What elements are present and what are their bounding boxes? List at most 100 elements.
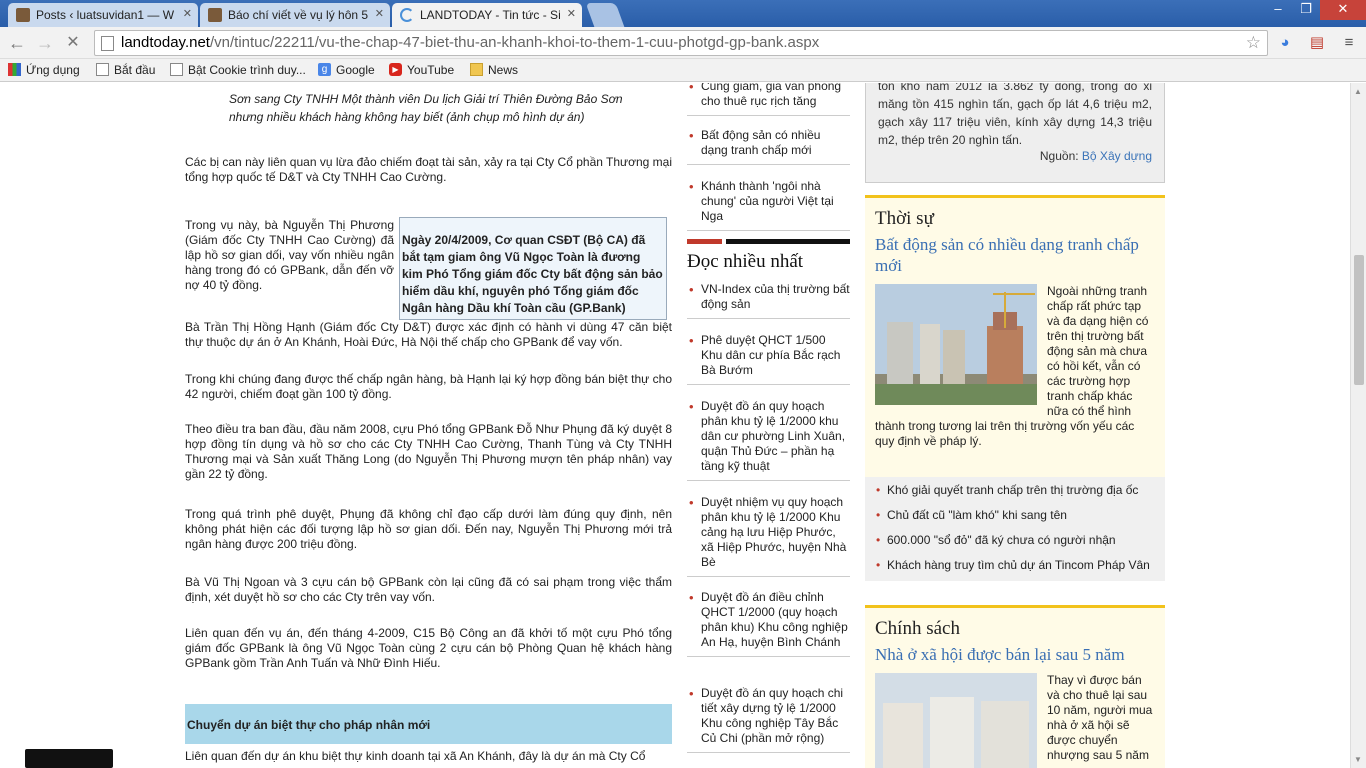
article-paragraph: Bà Vũ Thị Ngoan và 3 cựu cán bộ GPBank c… [185, 575, 672, 604]
bookmark-label: Bắt đầu [114, 63, 156, 77]
article-paragraph: Theo điều tra ban đầu, đầu năm 2008, cựu… [185, 422, 672, 481]
most-read-heading: Đọc nhiều nhất [687, 251, 804, 272]
forward-icon[interactable]: → [34, 32, 56, 54]
extension-2-icon[interactable]: ▤ [1306, 32, 1328, 54]
thoisu-link[interactable]: Khách hàng truy tìm chủ dự án Tincom Phá… [875, 558, 1155, 583]
article-paragraph: Trong khi chúng đang được thế chấp ngân … [185, 372, 672, 401]
apps-grid-icon [8, 63, 21, 76]
article-paragraph: Liên quan đến vụ án, đến tháng 4-2009, C… [185, 626, 672, 670]
news-panel-chinhsach: Chính sách Nhà ở xã hội được bán lại sau… [865, 605, 1165, 768]
video-player-control[interactable] [25, 749, 113, 768]
menu-icon[interactable]: ≡ [1338, 32, 1360, 54]
url-host: landtoday.net [121, 34, 210, 51]
section-subheading: Chuyển dự án biệt thự cho pháp nhân mới [185, 704, 672, 744]
panel-title: Chính sách [875, 618, 960, 639]
article-paragraph: Liên quan đến dự án khu biệt thự kinh do… [185, 749, 646, 763]
scroll-up-icon[interactable]: ▲ [1354, 87, 1362, 96]
browser-tab-1[interactable]: Posts ‹ luatsuvidan1 — W ✕ [8, 3, 198, 27]
address-bar[interactable]: landtoday.net/vn/tintuc/22211/vu-the-cha… [94, 30, 1268, 56]
new-tab-button[interactable] [585, 3, 625, 27]
stats-box: tồn kho năm 2012 là 3.862 tỷ đồng, trong… [865, 83, 1165, 183]
pull-quote: Ngày 20/4/2009, Cơ quan CSĐT (Bộ CA) đã … [399, 217, 667, 320]
thoisu-links: Khó giải quyết tranh chấp trên thị trườn… [865, 477, 1165, 581]
panel-headline-link[interactable]: Nhà ở xã hội được bán lại sau 5 năm [875, 644, 1155, 665]
bookmark-star-icon[interactable]: ☆ [1246, 33, 1261, 53]
panel-headline-link[interactable]: Bất động sản có nhiều dạng tranh chấp mớ… [875, 234, 1155, 276]
thoisu-link[interactable]: 600.000 "sổ đỏ" đã ký chưa có người nhận [875, 533, 1155, 558]
panel-summary-text: Thay vì được bán và cho thuê lại sau 10 … [1047, 673, 1153, 762]
youtube-icon: ▶ [389, 63, 402, 76]
bookmark-start[interactable]: Bắt đầu [96, 63, 155, 77]
bookmark-label: Bật Cookie trình duy... [188, 63, 306, 77]
close-icon[interactable]: ✕ [375, 7, 384, 20]
bookmark-cookie[interactable]: Bật Cookie trình duy... [170, 63, 306, 77]
bookmark-news[interactable]: News [470, 63, 518, 77]
close-icon[interactable]: ✕ [183, 7, 192, 20]
minimize-icon[interactable]: – [1264, 0, 1292, 20]
favicon-icon [208, 8, 222, 22]
apartment-photo[interactable] [875, 673, 1037, 768]
browser-tab-bar: Posts ‹ luatsuvidan1 — W ✕ Báo chí viết … [0, 0, 1366, 27]
page-scrollbar[interactable]: ▲ ▼ [1350, 83, 1366, 768]
most-read-item[interactable]: Phê duyệt QHCT 1/500 Khu dân cư phía Bắc… [687, 333, 850, 385]
bookmark-apps[interactable]: Ứng dụng [8, 63, 80, 77]
most-read-item[interactable]: Duyệt đồ án quy hoạch chi tiết xây dựng … [687, 686, 850, 753]
source-line: Nguồn: Bộ Xây dựng [1040, 147, 1152, 165]
browser-tab-2[interactable]: Báo chí viết về vụ lý hôn 5 ✕ [200, 3, 390, 27]
bookmark-label: YouTube [407, 63, 455, 77]
stats-text: tồn kho năm 2012 là 3.862 tỷ đồng, trong… [878, 83, 1152, 147]
article-paragraph: Bà Trần Thị Hồng Hạnh (Giám đốc Cty D&T)… [185, 320, 672, 349]
panel-summary: Ngoài những tranh chấp rất phức tạp và đ… [875, 284, 1155, 449]
scroll-down-icon[interactable]: ▼ [1354, 755, 1362, 764]
web-page: Sơn sang Cty TNHH Một thành viên Du lịch… [0, 83, 1350, 768]
stop-icon[interactable]: ✕ [62, 32, 84, 54]
loading-spinner-icon [400, 8, 414, 22]
related-item[interactable]: Khánh thành 'ngôi nhà chung' của người V… [687, 179, 850, 231]
related-item[interactable]: Bất động sản có nhiều dạng tranh chấp mớ… [687, 128, 850, 165]
close-icon[interactable]: ✕ [567, 7, 576, 20]
bookmark-label: Ứng dụng [26, 63, 80, 77]
page-icon [96, 63, 109, 76]
window-controls: – ❐ ✕ [1264, 0, 1366, 20]
browser-toolbar: ← → ✕ landtoday.net/vn/tintuc/22211/vu-t… [0, 27, 1366, 59]
page-icon [101, 36, 114, 51]
article-paragraph: Các bị can này liên quan vụ lừa đảo chiế… [185, 155, 672, 184]
source-label: Nguồn: [1039, 149, 1079, 163]
bookmark-label: News [488, 63, 519, 77]
bookmark-google[interactable]: g Google [318, 63, 375, 77]
page-icon [170, 63, 183, 76]
browser-tab-3[interactable]: LANDTODAY - Tin tức - Si ✕ [392, 3, 582, 27]
tab-title: LANDTODAY - Tin tức - Si [420, 8, 561, 22]
back-icon[interactable]: ← [6, 32, 28, 54]
news-panel-thoisu: Thời sự Bất động sản có nhiều dạng tranh… [865, 195, 1165, 477]
most-read-item[interactable]: VN-Index của thị trường bất động sản [687, 282, 850, 319]
most-read-item[interactable]: Duyệt nhiệm vụ quy hoạch phân khu tỷ lệ … [687, 495, 850, 577]
bookmarks-bar: Ứng dụng Bắt đầu Bật Cookie trình duy...… [0, 59, 1366, 82]
google-icon: g [318, 63, 331, 76]
favicon-icon [16, 8, 30, 22]
close-window-icon[interactable]: ✕ [1320, 0, 1366, 20]
folder-icon [470, 63, 483, 76]
thoisu-link[interactable]: Chủ đất cũ "làm khó" khi sang tên [875, 508, 1155, 533]
related-item[interactable]: Cung giảm, giá văn phòng cho thuê rục rị… [687, 83, 850, 116]
url-path: /vn/tintuc/22211/vu-the-chap-47-biet-thu… [209, 34, 820, 51]
scrollbar-thumb[interactable] [1354, 255, 1364, 385]
section-divider-red [687, 239, 722, 244]
most-read-item[interactable]: Duyệt đồ án điều chỉnh QHCT 1/2000 (quy … [687, 590, 850, 657]
tab-title: Báo chí viết về vụ lý hôn 5 [228, 8, 369, 22]
extension-icon[interactable]: ◕ [1274, 32, 1296, 54]
source-link[interactable]: Bộ Xây dựng [1082, 149, 1152, 163]
panel-summary: Thay vì được bán và cho thuê lại sau 10 … [875, 673, 1155, 768]
image-caption: Sơn sang Cty TNHH Một thành viên Du lịch… [229, 92, 623, 124]
most-read-item[interactable]: Duyệt đồ án quy hoạch phân khu tỷ lệ 1/2… [687, 399, 850, 481]
thoisu-link[interactable]: Khó giải quyết tranh chấp trên thị trườn… [875, 483, 1155, 508]
maximize-icon[interactable]: ❐ [1292, 0, 1320, 20]
article-paragraph: Trong quá trình phê duyệt, Phụng đã khôn… [185, 507, 672, 551]
bookmark-label: Google [336, 63, 375, 77]
construction-photo[interactable] [875, 284, 1037, 405]
article-paragraph: Trong vụ này, bà Nguyễn Thị Phương (Giám… [185, 218, 394, 292]
tab-title: Posts ‹ luatsuvidan1 — W [36, 8, 175, 22]
panel-title: Thời sự [875, 208, 934, 229]
bookmark-youtube[interactable]: ▶ YouTube [389, 63, 454, 77]
section-divider-black [726, 239, 850, 244]
